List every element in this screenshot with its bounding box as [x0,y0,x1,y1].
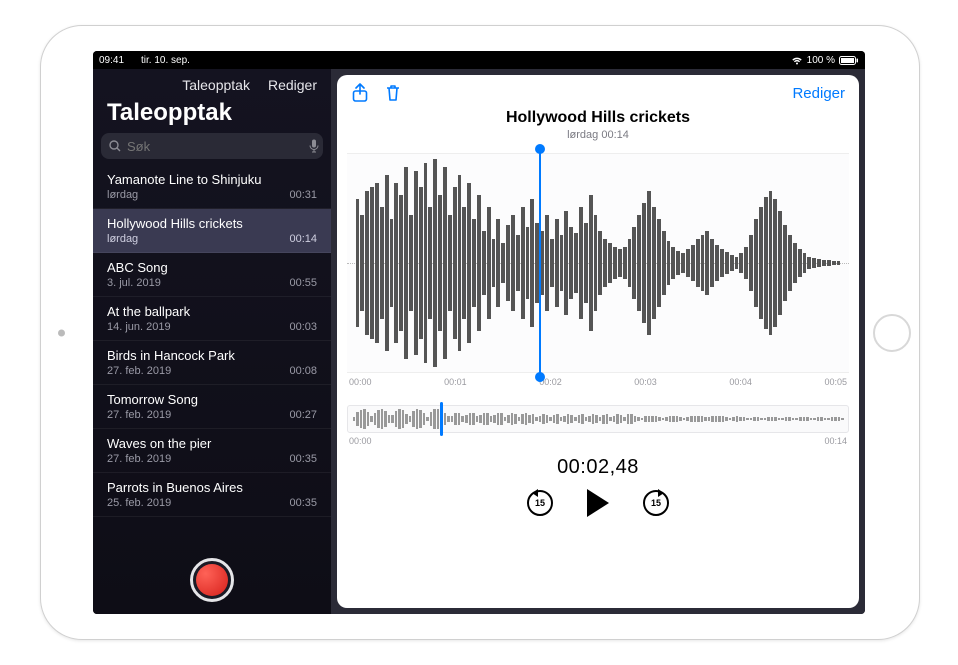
trash-icon[interactable] [385,83,401,103]
recording-row-title: Parrots in Buenos Aires [107,480,317,495]
search-input[interactable] [127,139,303,154]
screen: 09:41 tir. 10. sep. 100 % Taleopptak Red… [93,51,865,614]
battery-icon [839,56,859,65]
recording-row-title: At the ballpark [107,304,317,319]
recording-row-duration: 00:27 [289,409,317,421]
timeline-tick: 00:04 [729,377,752,387]
overview-start-time: 00:00 [349,436,372,446]
timeline-tick: 00:05 [824,377,847,387]
recordings-list[interactable]: Yamanote Line to Shinjuku lørdag 00:31 Holl… [93,165,331,614]
recording-row-date: 27. feb. 2019 [107,453,171,465]
status-date: tir. 10. sep. [99,55,859,66]
play-button[interactable] [587,489,609,517]
recording-row-date: lørdag [107,189,138,201]
recording-row-date: 27. feb. 2019 [107,409,171,421]
skip-forward-15-button[interactable]: 15 [643,490,669,516]
detail-edit-button[interactable]: Rediger [792,85,845,102]
recording-row-date: lørdag [107,233,138,245]
share-icon[interactable] [351,83,369,103]
skip-forward-label: 15 [651,498,661,508]
sidebar: Taleopptak Rediger Taleopptak Yamanote L… [93,69,331,614]
search-icon [109,140,121,152]
recording-row-title: ABC Song [107,260,317,275]
waveform-main[interactable] [347,153,849,373]
detail-panel: Rediger Hollywood Hills crickets lørdag … [331,69,865,614]
ipad-device: 09:41 tir. 10. sep. 100 % Taleopptak Red… [40,25,920,640]
timeline-tick: 00:03 [634,377,657,387]
timeline-tick: 00:00 [349,377,372,387]
status-bar: 09:41 tir. 10. sep. 100 % [93,51,865,69]
search-field[interactable] [101,133,323,159]
recording-row-date: 14. jun. 2019 [107,321,171,333]
playback-controls: 15 15 [337,489,859,517]
record-icon [196,564,228,596]
recording-row-date: 25. feb. 2019 [107,497,171,509]
recording-row-date: 27. feb. 2019 [107,365,171,377]
recording-row-duration: 00:03 [289,321,317,333]
timeline-tick: 00:01 [444,377,467,387]
sidebar-title: Taleopptak [93,97,331,133]
nav-edit[interactable]: Rediger [268,77,317,93]
recording-row-title: Tomorrow Song [107,392,317,407]
recording-row-duration: 00:35 [289,497,317,509]
recording-row[interactable]: At the ballpark 14. jun. 2019 00:03 [93,297,331,341]
overview-playhead[interactable] [440,402,443,436]
home-button[interactable] [873,314,911,352]
recording-row-duration: 00:35 [289,453,317,465]
recording-row-title: Waves on the pier [107,436,317,451]
recording-row-date: 3. jul. 2019 [107,277,161,289]
status-battery-text: 100 % [807,55,835,66]
overview-end-time: 00:14 [824,436,847,446]
wifi-icon [791,56,803,65]
recording-row-duration: 00:31 [289,189,317,201]
recording-title: Hollywood Hills crickets [337,109,859,127]
camera-dot [58,329,65,336]
recording-row[interactable]: ABC Song 3. jul. 2019 00:55 [93,253,331,297]
recording-subtitle: lørdag 00:14 [337,129,859,141]
waveform-timeline: 00:0000:0100:0200:0300:0400:05 [337,373,859,387]
playhead[interactable] [539,150,541,376]
nav-back[interactable]: Taleopptak [182,77,250,93]
status-time: 09:41 [99,55,124,66]
recording-row[interactable]: Yamanote Line to Shinjuku lørdag 00:31 [93,165,331,209]
recording-row[interactable]: Tomorrow Song 27. feb. 2019 00:27 [93,385,331,429]
skip-back-label: 15 [535,498,545,508]
recording-row-duration: 00:55 [289,277,317,289]
recording-row-title: Birds in Hancock Park [107,348,317,363]
recording-row[interactable]: Hollywood Hills crickets lørdag 00:14 [93,209,331,253]
record-button[interactable] [190,558,234,602]
recording-row-duration: 00:08 [289,365,317,377]
recording-row[interactable]: Parrots in Buenos Aires 25. feb. 2019 00:3… [93,473,331,517]
recording-row-title: Yamanote Line to Shinjuku [107,172,317,187]
recording-row-duration: 00:14 [289,233,317,245]
detail-card: Rediger Hollywood Hills crickets lørdag … [337,75,859,608]
recording-row-title: Hollywood Hills crickets [107,216,317,231]
recording-row[interactable]: Waves on the pier 27. feb. 2019 00:35 [93,429,331,473]
mic-icon[interactable] [309,139,319,153]
recording-row[interactable]: Birds in Hancock Park 27. feb. 2019 00:08 [93,341,331,385]
timecode: 00:02,48 [337,456,859,479]
waveform-overview[interactable] [347,405,849,433]
app-content: Taleopptak Rediger Taleopptak Yamanote L… [93,69,865,614]
skip-back-15-button[interactable]: 15 [527,490,553,516]
